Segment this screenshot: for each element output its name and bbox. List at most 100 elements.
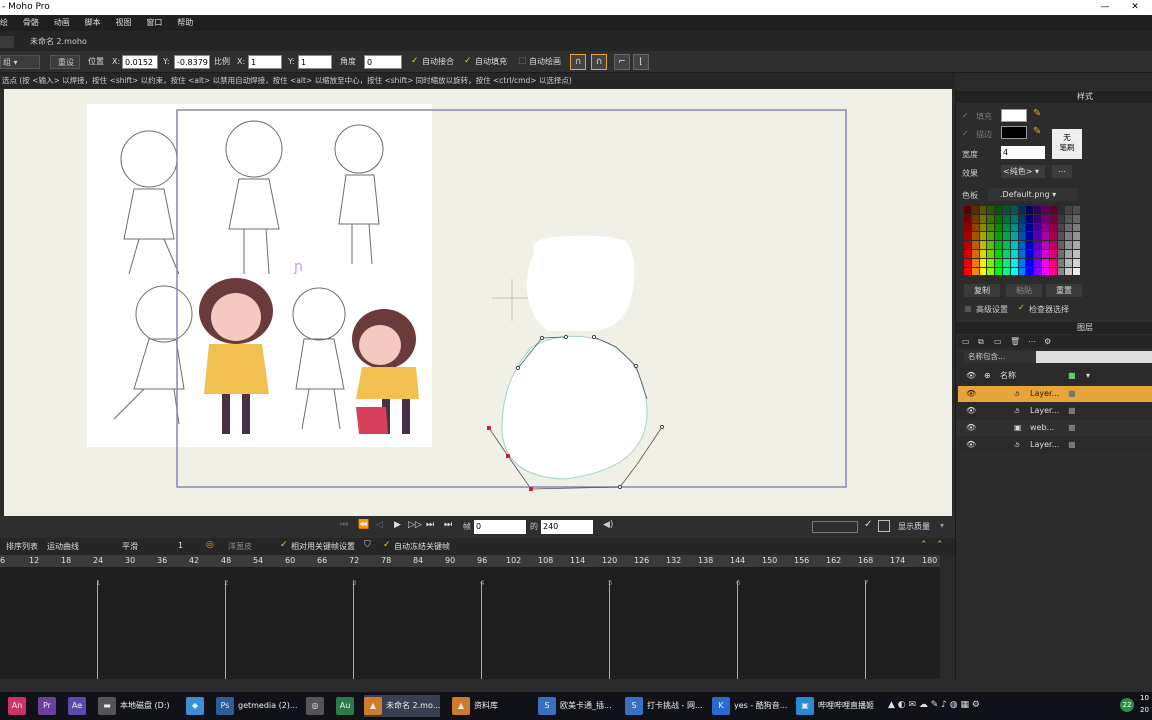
expand-icon[interactable]: ⌃ bbox=[936, 540, 944, 550]
palette-swatch[interactable] bbox=[987, 214, 995, 223]
palette-swatch[interactable] bbox=[1003, 250, 1010, 258]
palette-swatch[interactable] bbox=[1049, 232, 1057, 241]
palette-swatch[interactable] bbox=[1018, 214, 1026, 223]
palette-swatch[interactable] bbox=[1065, 223, 1073, 232]
palette-swatch[interactable] bbox=[1042, 241, 1049, 249]
palette-swatch[interactable] bbox=[1018, 241, 1026, 249]
palette-swatch[interactable] bbox=[1026, 206, 1034, 214]
canvas-viewport[interactable]: ɲ bbox=[4, 89, 952, 516]
palette-swatch[interactable] bbox=[1042, 232, 1049, 241]
taskbar-item[interactable]: Kyes - 酷狗音... bbox=[712, 695, 787, 717]
palette-swatch[interactable] bbox=[1010, 241, 1018, 249]
palette-swatch[interactable] bbox=[1034, 232, 1041, 241]
menu-window[interactable]: 窗口 bbox=[140, 15, 168, 31]
palette-swatch[interactable] bbox=[1065, 214, 1073, 223]
stroke-checkbox[interactable]: ✓ bbox=[962, 129, 969, 138]
palette-swatch[interactable] bbox=[1049, 214, 1057, 223]
next-key-icon[interactable]: ▷▷ bbox=[408, 520, 422, 534]
palette-swatch[interactable] bbox=[995, 241, 1002, 249]
group-dropdown[interactable]: 组 ▾ bbox=[0, 55, 40, 69]
step-forward-icon[interactable]: ⏭ bbox=[426, 520, 440, 534]
palette-swatch[interactable] bbox=[1003, 214, 1010, 223]
palette-swatch[interactable] bbox=[995, 206, 1002, 214]
angle-input[interactable]: 0 bbox=[364, 55, 402, 69]
palette-swatch[interactable] bbox=[979, 206, 987, 214]
layer-row[interactable]: 👁 ૭ Layer... ■ bbox=[958, 437, 1152, 453]
color-palette[interactable] bbox=[964, 206, 1082, 278]
auto-weld-checkbox[interactable]: ✓ bbox=[411, 57, 420, 66]
palette-swatch[interactable] bbox=[964, 250, 971, 258]
palette-swatch[interactable] bbox=[1010, 223, 1018, 232]
auto-fill-checkbox[interactable]: ✓ bbox=[464, 57, 473, 66]
palette-swatch[interactable] bbox=[979, 267, 987, 276]
palette-swatch[interactable] bbox=[1034, 223, 1041, 232]
palette-swatch[interactable] bbox=[1073, 250, 1080, 258]
taskbar-item[interactable]: Ae bbox=[68, 695, 90, 717]
curve-peak-icon[interactable]: ∩ bbox=[591, 54, 607, 70]
palette-swatch[interactable] bbox=[987, 223, 995, 232]
quality-chevron-icon[interactable]: ▾ bbox=[940, 521, 944, 530]
step-back-icon[interactable]: ⏪ bbox=[358, 520, 372, 534]
palette-swatch[interactable] bbox=[971, 206, 979, 214]
stroke-color-swatch[interactable] bbox=[1001, 126, 1027, 139]
menu-view[interactable]: 视图 bbox=[110, 15, 138, 31]
palette-swatch[interactable] bbox=[987, 232, 995, 241]
copy-button[interactable]: 复制 bbox=[964, 284, 1000, 297]
palette-swatch[interactable] bbox=[1049, 250, 1057, 258]
collapse-up-icon[interactable]: ⌃ bbox=[920, 540, 928, 550]
palette-swatch[interactable] bbox=[971, 232, 979, 241]
curve-smooth-icon[interactable]: ∩ bbox=[570, 54, 586, 70]
palette-swatch[interactable] bbox=[964, 214, 971, 223]
palette-swatch[interactable] bbox=[995, 214, 1002, 223]
palette-swatch[interactable] bbox=[995, 223, 1002, 232]
palette-swatch[interactable] bbox=[979, 223, 987, 232]
palette-swatch[interactable] bbox=[1057, 223, 1065, 232]
new-layer-icon[interactable]: ▭ bbox=[962, 337, 970, 346]
end-icon[interactable]: ⏭ bbox=[444, 520, 458, 534]
palette-swatch[interactable] bbox=[1057, 267, 1065, 276]
palette-swatch[interactable] bbox=[1010, 267, 1018, 276]
play-icon[interactable]: ▶ bbox=[394, 520, 408, 534]
palette-swatch[interactable] bbox=[995, 258, 1002, 267]
palette-swatch[interactable] bbox=[1057, 232, 1065, 241]
palette-swatch[interactable] bbox=[964, 223, 971, 232]
palette-swatch[interactable] bbox=[971, 223, 979, 232]
palette-swatch[interactable] bbox=[1003, 241, 1010, 249]
rewind-icon[interactable]: ⏮ bbox=[340, 520, 354, 534]
tab-scroll[interactable] bbox=[0, 36, 14, 48]
palette-swatch[interactable] bbox=[1026, 214, 1034, 223]
palette-swatch[interactable] bbox=[971, 241, 979, 249]
scale-y-input[interactable]: 1 bbox=[298, 55, 332, 69]
palette-swatch[interactable] bbox=[995, 267, 1002, 276]
palette-swatch[interactable] bbox=[995, 232, 1002, 241]
taskbar-item[interactable]: S 打卡挑战 - 网... bbox=[625, 695, 703, 717]
palette-swatch[interactable] bbox=[1042, 258, 1049, 267]
palette-swatch[interactable] bbox=[971, 214, 979, 223]
palette-swatch[interactable] bbox=[1003, 206, 1010, 214]
taskbar-item[interactable]: ◎ bbox=[306, 695, 328, 717]
palette-swatch[interactable] bbox=[971, 250, 979, 258]
menu-bone[interactable]: 骨骼 bbox=[17, 15, 45, 31]
visibility-icon[interactable]: 👁 bbox=[966, 403, 976, 419]
tab-motion-graph[interactable]: 运动曲线 bbox=[47, 541, 79, 552]
palette-swatch[interactable] bbox=[1065, 258, 1073, 267]
layer-filter-dropdown[interactable]: 名称包含... bbox=[964, 351, 1036, 363]
palette-swatch[interactable] bbox=[1018, 250, 1026, 258]
relative-keys-checkbox[interactable]: ✓ bbox=[280, 540, 288, 550]
width-input[interactable]: 4 bbox=[1001, 146, 1045, 159]
layer-color-tag[interactable]: ■ bbox=[1068, 403, 1076, 419]
palette-swatch[interactable] bbox=[1057, 214, 1065, 223]
head-shape[interactable] bbox=[526, 235, 635, 331]
clock-date[interactable]: 20 bbox=[1140, 706, 1149, 714]
palette-swatch[interactable] bbox=[971, 267, 979, 276]
timeline-scrollbar[interactable] bbox=[940, 555, 955, 679]
palette-swatch[interactable] bbox=[1026, 232, 1034, 241]
palette-swatch[interactable] bbox=[1026, 258, 1034, 267]
taskbar-item[interactable]: ▲ 资料库 bbox=[452, 695, 498, 717]
layer-name[interactable]: Layer... bbox=[1030, 437, 1059, 453]
minimize-button[interactable]: — bbox=[1090, 0, 1120, 15]
palette-swatch[interactable] bbox=[1003, 232, 1010, 241]
palette-swatch[interactable] bbox=[1057, 250, 1065, 258]
palette-swatch[interactable] bbox=[979, 232, 987, 241]
sort-icon[interactable]: ▾ bbox=[1086, 368, 1090, 384]
